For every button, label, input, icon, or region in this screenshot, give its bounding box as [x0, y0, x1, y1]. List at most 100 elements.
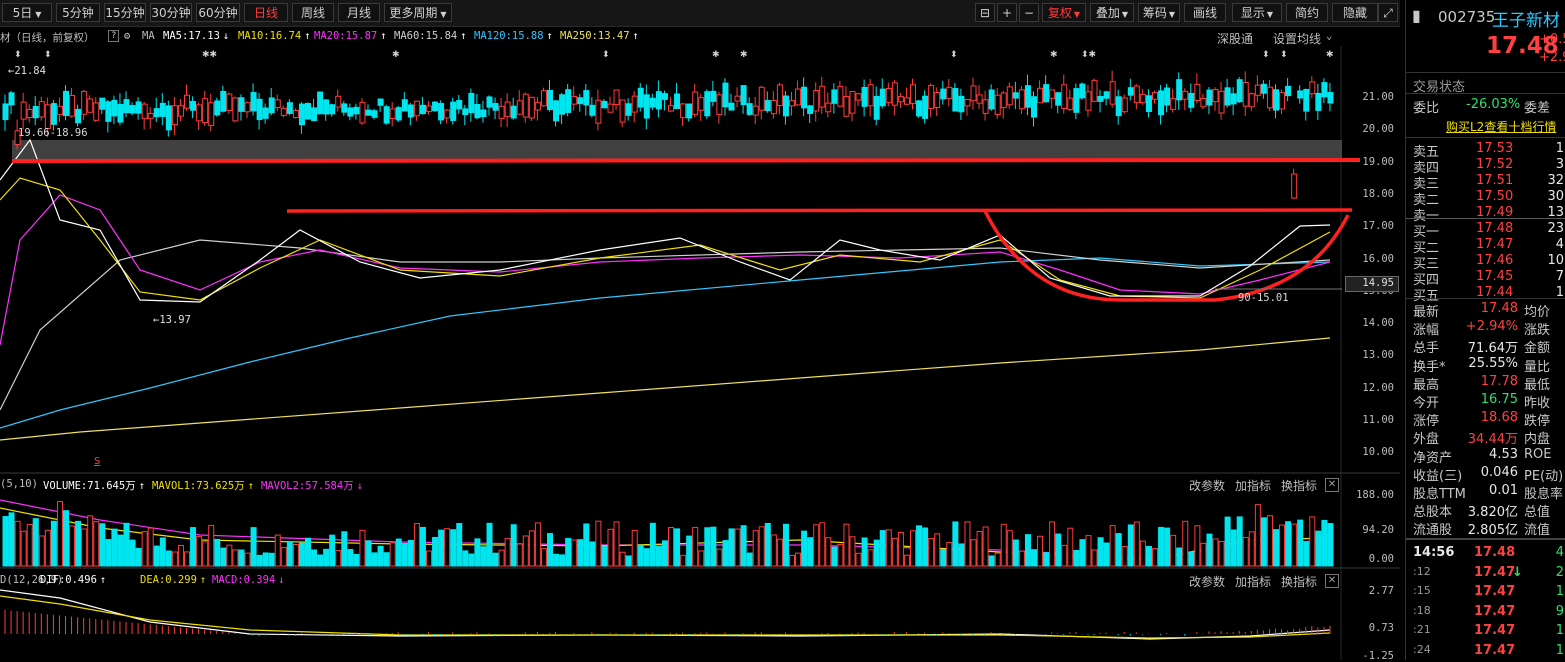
indicator-link[interactable]: 改参数	[1189, 477, 1225, 494]
event-marker-icon[interactable]: ⬍	[1262, 50, 1270, 60]
price-axis-tick: 17.00	[1362, 220, 1394, 233]
close-icon[interactable]: ✕	[1325, 574, 1339, 588]
period-tab[interactable]: 月线	[338, 3, 380, 22]
indicator-link[interactable]: 换指标	[1281, 477, 1317, 494]
event-marker-icon[interactable]: ✱✱	[202, 50, 217, 60]
period-tab[interactable]: 更多周期 ▼	[384, 3, 452, 22]
high-annotation: ←21.84	[8, 65, 46, 77]
lock-icon[interactable]: ⊟	[975, 3, 995, 22]
event-marker-icon[interactable]: ✱	[1050, 50, 1058, 60]
volume-bar	[426, 550, 432, 567]
toolbar-button[interactable]: 隐藏	[1332, 3, 1378, 22]
candle-body	[286, 102, 293, 114]
candle-body	[171, 105, 178, 126]
toolbar-button[interactable]: 显示 ▼	[1232, 3, 1282, 22]
candle-body	[190, 101, 197, 111]
indicator-link[interactable]: 加指标	[1235, 573, 1271, 590]
candle-body	[934, 92, 941, 108]
event-marker-icon[interactable]: ✱	[712, 50, 720, 60]
volume-axis-tick: 94.20	[1362, 524, 1394, 536]
event-marker-icon[interactable]: ⬍	[44, 50, 52, 60]
period-tab[interactable]: 5日 ▼	[2, 3, 52, 22]
stat-row: 今开 16.75 昨收	[1406, 392, 1565, 411]
indicator-link[interactable]: 加指标	[1235, 477, 1271, 494]
candle-body	[843, 96, 850, 117]
volume-bar	[534, 522, 541, 567]
zoom-in-icon[interactable]: +	[997, 3, 1017, 22]
event-marker-icon[interactable]: ⬍✱	[1081, 50, 1096, 60]
volume-bar	[1121, 546, 1128, 567]
stat-label-2: 总值	[1524, 505, 1551, 521]
hk-connect-link[interactable]: 深股通	[1217, 30, 1253, 47]
period-tab[interactable]: 60分钟	[196, 3, 240, 22]
chevron-down-icon: ▼	[1168, 10, 1176, 19]
ma-value-text: MA250:13.47	[560, 30, 630, 42]
event-marker-icon[interactable]: ✱	[740, 50, 748, 60]
close-icon[interactable]: ✕	[1325, 478, 1339, 492]
volume-bar	[190, 527, 197, 567]
toolbar-button[interactable]: 叠加 ▼	[1090, 3, 1134, 22]
chevron-down-icon: ▼	[35, 10, 42, 19]
volume-bar	[1285, 521, 1292, 567]
candle-body	[994, 94, 1001, 115]
candle-body	[214, 100, 221, 116]
volume-bar	[177, 544, 184, 567]
period-tab[interactable]: 5分钟	[56, 3, 100, 22]
drawn-neckline[interactable]	[286, 208, 1353, 213]
volume-bar	[492, 552, 499, 567]
tick-volume: 2	[1555, 564, 1564, 580]
toolbar-button[interactable]: 筹码 ▼	[1138, 3, 1180, 22]
indicator-link[interactable]: 换指标	[1281, 573, 1317, 590]
period-tab[interactable]: 15分钟	[104, 3, 146, 22]
toolbar-button-label: 叠加	[1095, 6, 1120, 20]
candle-body	[649, 97, 656, 108]
drawn-cup-arc[interactable]	[983, 210, 1350, 302]
l2-link[interactable]: 购买L2查看十档行情	[1446, 118, 1556, 135]
event-marker-icon[interactable]: ✱	[392, 50, 400, 60]
indicator-value-text: MAVOL2:57.584万	[261, 480, 354, 492]
volume-bar	[910, 530, 916, 567]
help-icon[interactable]: ?	[108, 30, 120, 42]
volume-bar	[135, 547, 142, 567]
candle-body	[855, 93, 862, 101]
toolbar-button[interactable]: 画线	[1184, 3, 1226, 22]
period-tab[interactable]: 30分钟	[150, 3, 192, 22]
orderbook-volume: 3	[1555, 157, 1564, 172]
menu-icon[interactable]: ▮	[1412, 6, 1421, 25]
stat-label: 总股本	[1413, 505, 1453, 521]
event-marker[interactable]: S	[94, 456, 100, 467]
period-tab[interactable]: 周线	[292, 3, 334, 22]
candle-body	[419, 104, 426, 115]
tick-time: 14:56	[1413, 545, 1455, 560]
candle-body	[776, 84, 783, 107]
event-marker-icon[interactable]: ⬍	[14, 50, 22, 60]
kline-chart[interactable]	[0, 46, 1400, 660]
event-marker-icon[interactable]: ⬍	[950, 50, 958, 60]
volume-bar	[607, 528, 614, 567]
event-marker-icon[interactable]: ⬍	[602, 50, 610, 60]
volume-bar	[855, 552, 862, 567]
event-marker-icon[interactable]: ⬍	[1280, 50, 1288, 60]
set-ma-button[interactable]: 设置均线	[1273, 30, 1321, 47]
toolbar-button[interactable]: 简约	[1286, 3, 1328, 22]
gear-icon[interactable]: ⚙	[124, 30, 130, 42]
volume-bar	[335, 550, 342, 567]
candle-body	[159, 102, 166, 117]
event-marker-icon[interactable]: ✱	[1326, 50, 1334, 60]
volume-bar	[292, 544, 299, 567]
indicator-link[interactable]: 改参数	[1189, 573, 1225, 590]
zoom-out-icon[interactable]: −	[1019, 3, 1039, 22]
candle-body	[56, 105, 63, 116]
chevron-down-icon[interactable]: ⌄	[1326, 30, 1332, 42]
toolbar-button[interactable]: 复权 ▼	[1042, 3, 1086, 22]
volume-bar	[8, 512, 15, 567]
expand-icon[interactable]: ⤢	[1378, 3, 1398, 22]
volume-bar	[184, 551, 190, 567]
volume-bar	[516, 543, 523, 567]
volume-bar	[861, 537, 868, 567]
period-tab[interactable]: 日线	[244, 3, 288, 22]
drawn-resistance-line-top[interactable]	[11, 158, 1361, 163]
candle-body	[87, 98, 94, 113]
orderbook-volume: 7	[1555, 269, 1564, 284]
candle-body	[1109, 81, 1116, 105]
